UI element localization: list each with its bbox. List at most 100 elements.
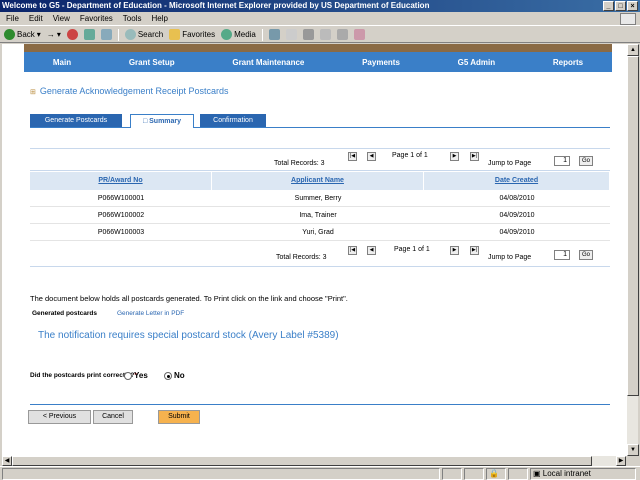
- cell-date: 04/09/2010: [499, 212, 535, 219]
- page-viewport: Main Grant Setup Grant Maintenance Payme…: [2, 44, 626, 456]
- nav-grant-setup[interactable]: Grant Setup: [129, 58, 175, 67]
- radio-circle-icon: [164, 371, 172, 380]
- pager-top: Total Records: 3 |◀ ◀ Page 1 of 1 ▶ ▶| J…: [30, 150, 610, 170]
- next-page-icon[interactable]: ▶: [450, 246, 459, 255]
- scroll-up-icon[interactable]: ▲: [627, 44, 639, 56]
- tab-label: Summary: [149, 118, 182, 125]
- prev-page-icon[interactable]: ◀: [367, 152, 376, 161]
- search-icon: [124, 29, 136, 40]
- home-icon[interactable]: [100, 29, 112, 40]
- mail-icon[interactable]: [285, 29, 297, 40]
- jump-label: Jump to Page: [488, 254, 532, 261]
- media-icon: [221, 29, 233, 40]
- nav-main[interactable]: Main: [53, 58, 71, 67]
- hscroll-thumb[interactable]: [12, 456, 592, 466]
- go-button[interactable]: Go: [579, 156, 593, 166]
- tab-summary[interactable]: □ Summary: [130, 114, 194, 128]
- media-button[interactable]: Media: [221, 29, 256, 40]
- lock-icon: 🔒: [486, 467, 506, 480]
- menu-favorites[interactable]: Favorites: [80, 14, 113, 23]
- window-title: Welcome to G5 - Department of Education …: [2, 1, 430, 10]
- col-date-created[interactable]: Date Created: [424, 172, 610, 190]
- divider: [30, 404, 610, 405]
- scroll-thumb[interactable]: [627, 56, 639, 396]
- scroll-right-icon[interactable]: ▶: [616, 456, 626, 466]
- search-label: Search: [137, 30, 164, 39]
- toolbar-separator: [261, 28, 263, 41]
- cell-applicant: Ima, Trainer: [299, 212, 337, 219]
- scroll-left-icon[interactable]: ◀: [2, 456, 12, 466]
- col-applicant-name[interactable]: Applicant Name: [212, 172, 424, 190]
- divider: [30, 148, 610, 149]
- menu-tools[interactable]: Tools: [123, 14, 142, 23]
- windows-logo-icon: [620, 13, 636, 25]
- last-page-icon[interactable]: ▶|: [470, 246, 479, 255]
- cancel-button[interactable]: Cancel: [93, 410, 133, 424]
- vertical-scrollbar[interactable]: ▲ ▼: [626, 44, 639, 456]
- menu-view[interactable]: View: [53, 14, 70, 23]
- radio-yes-label: Yes: [134, 371, 148, 380]
- table-row: P066W100003 Yuri, Grad 04/09/2010: [30, 224, 610, 241]
- print-icon[interactable]: [302, 29, 314, 40]
- history-icon[interactable]: [268, 29, 280, 40]
- radio-no[interactable]: No: [164, 371, 185, 380]
- status-cell: [442, 467, 462, 480]
- cell-award-no: P066W100003: [97, 229, 145, 236]
- dropdown-icon[interactable]: ▾: [37, 30, 41, 39]
- favorites-button[interactable]: Favorites: [169, 29, 215, 40]
- nav-payments[interactable]: Payments: [362, 58, 400, 67]
- status-bar: 🔒 ▣ Local intranet: [0, 466, 640, 480]
- col-pr-award-no[interactable]: PR/Award No: [30, 172, 212, 190]
- nav-g5-admin[interactable]: G5 Admin: [458, 58, 495, 67]
- edit-icon[interactable]: [319, 29, 331, 40]
- last-page-icon[interactable]: ▶|: [470, 152, 479, 161]
- messenger-icon[interactable]: [353, 29, 365, 40]
- table-row: P066W100002 Ima, Trainer 04/09/2010: [30, 207, 610, 224]
- tab-confirmation[interactable]: Confirmation: [200, 114, 266, 127]
- radio-yes[interactable]: Yes: [124, 371, 148, 380]
- maximize-icon[interactable]: □: [615, 1, 626, 11]
- jump-page-input[interactable]: 1: [554, 250, 570, 260]
- divider: [30, 266, 610, 267]
- intranet-icon: ▣: [533, 468, 543, 478]
- tab-generate-postcards[interactable]: Generate Postcards: [30, 114, 122, 127]
- close-icon[interactable]: ×: [627, 1, 638, 11]
- next-page-icon[interactable]: ▶: [450, 152, 459, 161]
- pager-bottom: Total Records: 3 |◀ ◀ Page 1 of 1 ▶ ▶| J…: [30, 244, 610, 264]
- jump-label: Jump to Page: [488, 160, 532, 167]
- refresh-icon[interactable]: [83, 29, 95, 40]
- prev-page-icon[interactable]: ◀: [367, 246, 376, 255]
- back-button[interactable]: Back ▾: [4, 29, 41, 40]
- tab-strip: Generate Postcards □ Summary Confirmatio…: [30, 114, 610, 128]
- generated-postcards-label: Generated postcards: [32, 310, 98, 317]
- browser-toolbar: Back ▾ → ▾ Search Favorites Media: [0, 27, 640, 43]
- menu-file[interactable]: File: [6, 14, 19, 23]
- print-question: Did the postcards print correctly?*: [30, 372, 137, 379]
- menu-bar: File Edit View Favorites Tools Help: [0, 12, 640, 26]
- go-button[interactable]: Go: [579, 250, 593, 260]
- main-nav: Main Grant Setup Grant Maintenance Payme…: [24, 52, 612, 72]
- first-page-icon[interactable]: |◀: [348, 246, 357, 255]
- discuss-icon[interactable]: [336, 29, 348, 40]
- table-row: P066W100001 Summer, Berry 04/08/2010: [30, 190, 610, 207]
- forward-button[interactable]: → ▾: [47, 30, 61, 39]
- search-button[interactable]: Search: [124, 29, 164, 40]
- nav-reports[interactable]: Reports: [553, 58, 583, 67]
- minimize-icon[interactable]: _: [603, 1, 614, 11]
- horizontal-scrollbar[interactable]: ◀ ▶: [2, 456, 626, 466]
- menu-edit[interactable]: Edit: [29, 14, 43, 23]
- menu-help[interactable]: Help: [151, 14, 167, 23]
- toolbar-separator: [117, 28, 119, 41]
- generate-pdf-link[interactable]: Generate Letter in PDF: [117, 310, 184, 317]
- jump-page-input[interactable]: 1: [554, 156, 570, 166]
- divider: [30, 170, 610, 171]
- nav-grant-maintenance[interactable]: Grant Maintenance: [232, 58, 304, 67]
- first-page-icon[interactable]: |◀: [348, 152, 357, 161]
- previous-button[interactable]: < Previous: [28, 410, 91, 424]
- cell-applicant: Yuri, Grad: [302, 229, 334, 236]
- security-zone: ▣ Local intranet: [530, 467, 636, 480]
- submit-button[interactable]: Submit: [158, 410, 200, 424]
- records-table: PR/Award No Applicant Name Date Created …: [30, 172, 610, 241]
- stop-icon[interactable]: [66, 29, 78, 40]
- scroll-down-icon[interactable]: ▼: [627, 444, 639, 456]
